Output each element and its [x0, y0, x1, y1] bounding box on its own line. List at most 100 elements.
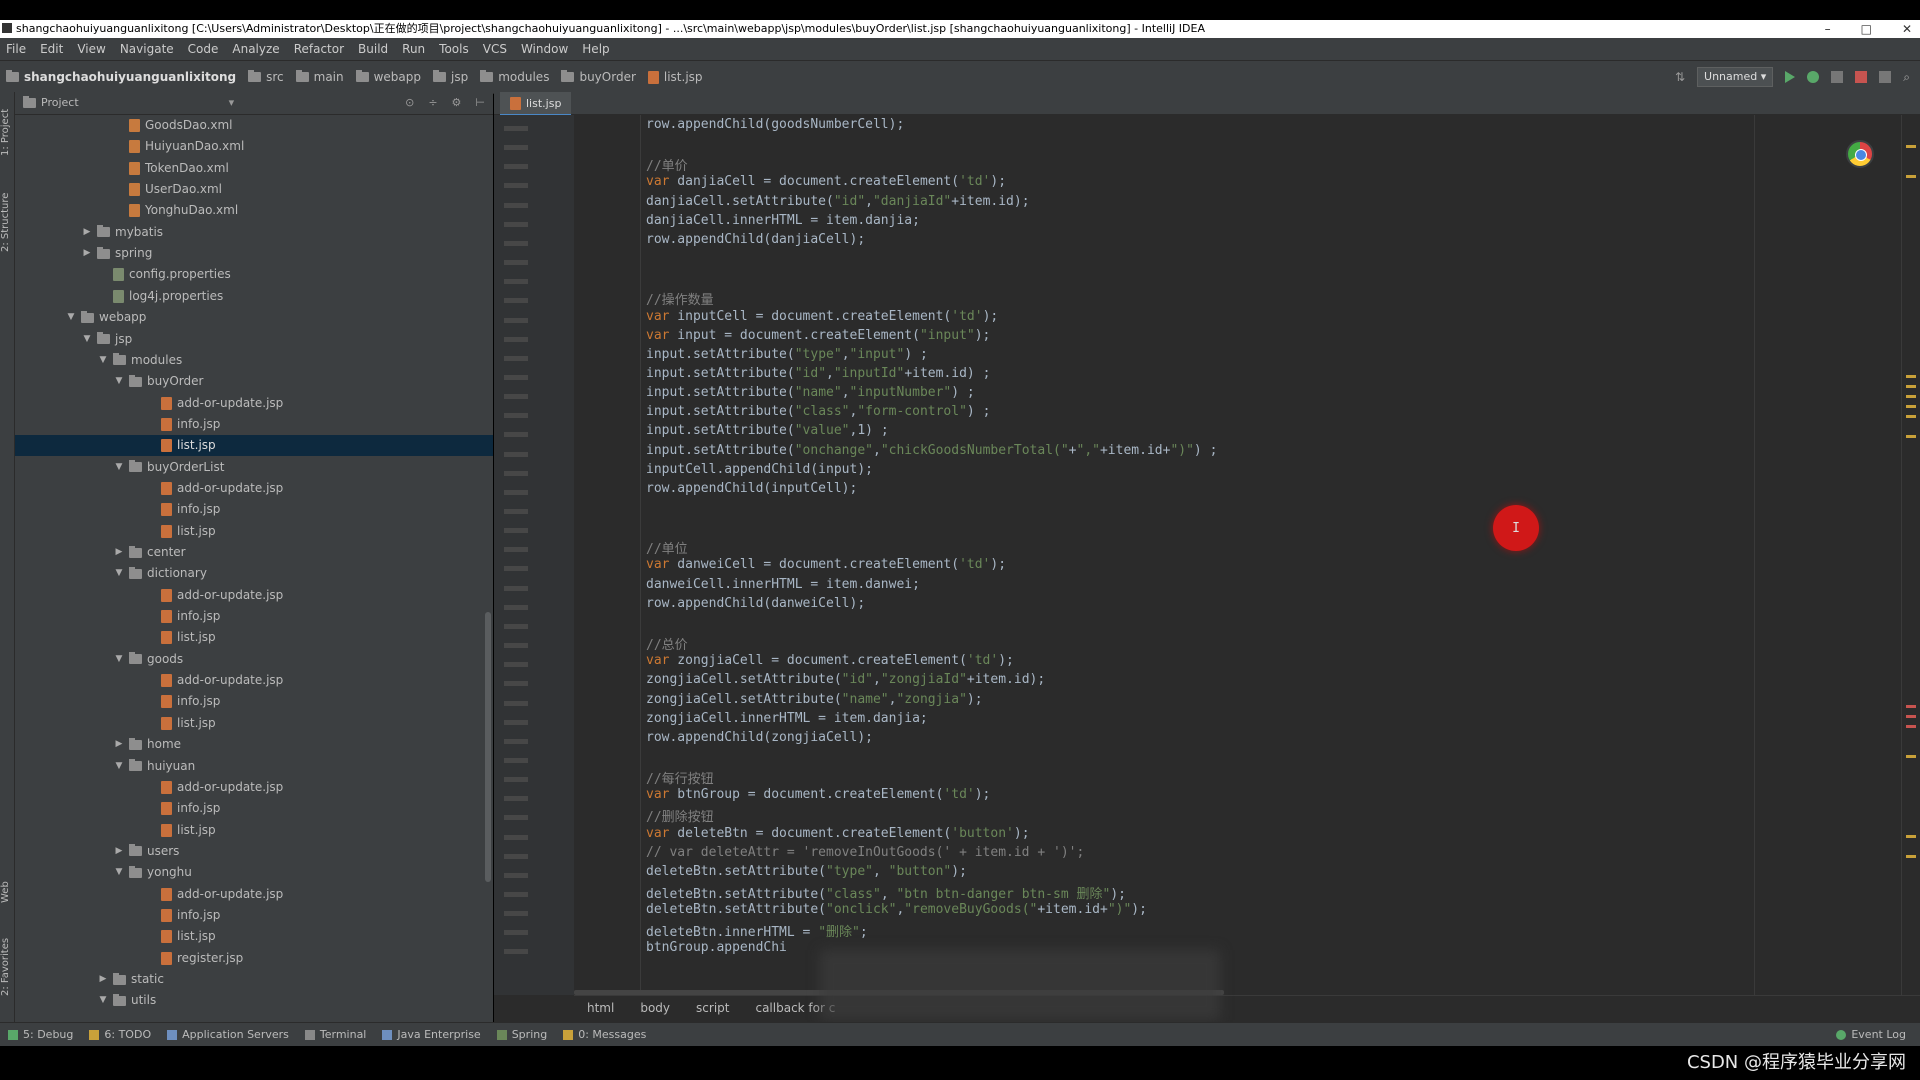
tree-file[interactable]: info.jsp [15, 905, 493, 926]
search-icon[interactable]: ⌕ [1903, 61, 1910, 93]
tree-file[interactable]: YonghuDao.xml [15, 200, 493, 221]
hide-icon[interactable]: ⊢ [475, 92, 485, 114]
tool-window-button[interactable]: 5: Debug [0, 1023, 81, 1047]
chevron-down-icon[interactable]: ▼ [65, 307, 77, 328]
chevron-right-icon[interactable]: ▶ [97, 969, 109, 990]
breadcrumb-item[interactable]: list.jsp [642, 61, 709, 93]
breadcrumb-item[interactable]: modules [474, 61, 555, 93]
stripe-marker[interactable] [1906, 415, 1916, 418]
tree-scrollbar[interactable] [485, 612, 491, 882]
tree-file[interactable]: list.jsp [15, 627, 493, 648]
stripe-marker[interactable] [1906, 855, 1916, 858]
tree-folder[interactable]: ▼ modules [15, 350, 493, 371]
run-icon[interactable] [1785, 71, 1796, 83]
chevron-down-icon[interactable]: ▼ [113, 457, 125, 478]
stripe-marker[interactable] [1906, 435, 1916, 438]
menu-item-analyze[interactable]: Analyze [226, 38, 287, 60]
tab-structure[interactable]: 2: Structure [0, 187, 14, 257]
menu-item-edit[interactable]: Edit [34, 38, 71, 60]
stripe-marker[interactable] [1906, 705, 1916, 708]
tree-folder[interactable]: ▼ buyOrder [15, 371, 493, 392]
tree-file[interactable]: config.properties [15, 264, 493, 285]
stripe-marker[interactable] [1906, 385, 1916, 388]
stripe-marker[interactable] [1906, 715, 1916, 718]
stripe-marker[interactable] [1906, 755, 1916, 758]
project-structure-icon[interactable] [1879, 71, 1892, 83]
tree-file[interactable]: list.jsp [15, 713, 493, 734]
chevron-down-icon[interactable]: ▼ [97, 990, 109, 1011]
close-icon[interactable]: ✕ [1902, 20, 1912, 38]
menu-item-file[interactable]: File [0, 38, 34, 60]
chevron-down-icon[interactable]: ▾ [229, 92, 235, 114]
code-area[interactable]: row.appendChild(goodsNumberCell);//单价 var… [574, 115, 1834, 995]
debug-icon[interactable] [1807, 71, 1820, 83]
stripe-marker[interactable] [1906, 375, 1916, 378]
chevron-right-icon[interactable]: ▶ [113, 542, 125, 563]
stripe-marker[interactable] [1906, 835, 1916, 838]
code-breadcrumb-item[interactable]: body [627, 996, 683, 1020]
tree-folder[interactable]: ▼ buyOrderList [15, 457, 493, 478]
tree-folder[interactable]: ▼ huiyuan [15, 756, 493, 777]
tree-file[interactable]: add-or-update.jsp [15, 670, 493, 691]
breadcrumb-item[interactable]: buyOrder [555, 61, 641, 93]
chevron-right-icon[interactable]: ▶ [113, 734, 125, 755]
tree-file[interactable]: info.jsp [15, 606, 493, 627]
menu-item-build[interactable]: Build [352, 38, 396, 60]
tree-file[interactable]: log4j.properties [15, 286, 493, 307]
error-stripe[interactable] [1901, 115, 1920, 995]
tree-file[interactable]: info.jsp [15, 414, 493, 435]
tree-file[interactable]: add-or-update.jsp [15, 393, 493, 414]
gear-icon[interactable]: ⚙ [452, 92, 462, 114]
minimize-icon[interactable]: – [1825, 20, 1831, 38]
tool-window-button[interactable]: 0: Messages [555, 1023, 654, 1047]
menu-item-window[interactable]: Window [515, 38, 576, 60]
chevron-down-icon[interactable]: ▼ [97, 350, 109, 371]
chevron-right-icon[interactable]: ▶ [113, 841, 125, 862]
menu-item-help[interactable]: Help [576, 38, 617, 60]
tree-file[interactable]: add-or-update.jsp [15, 585, 493, 606]
chevron-down-icon[interactable]: ▼ [113, 371, 125, 392]
tree-file[interactable]: info.jsp [15, 798, 493, 819]
tree-file[interactable]: UserDao.xml [15, 179, 493, 200]
tree-file[interactable]: list.jsp [15, 521, 493, 542]
tab-favorites[interactable]: 2: Favorites [0, 927, 14, 1007]
tree-folder[interactable]: ▶ center [15, 542, 493, 563]
code-breadcrumb-item[interactable]: script [683, 996, 742, 1020]
tree-folder[interactable]: ▶ spring [15, 243, 493, 264]
tree-file[interactable]: add-or-update.jsp [15, 478, 493, 499]
tree-folder[interactable]: ▼ jsp [15, 329, 493, 350]
run-config-select[interactable]: Unnamed ▾ [1697, 67, 1774, 87]
menu-item-tools[interactable]: Tools [433, 38, 477, 60]
stripe-marker[interactable] [1906, 175, 1916, 178]
tab-list-jsp[interactable]: list.jsp [500, 92, 572, 116]
tree-file[interactable]: add-or-update.jsp [15, 884, 493, 905]
breadcrumb-item[interactable]: webapp [350, 61, 427, 93]
tree-folder[interactable]: ▼ yonghu [15, 862, 493, 883]
chevron-down-icon[interactable]: ▼ [81, 329, 93, 350]
tool-window-button[interactable]: Spring [489, 1023, 556, 1047]
code-breadcrumb-item[interactable]: html [574, 996, 627, 1020]
tree-file[interactable]: list.jsp [15, 820, 493, 841]
tree-file[interactable]: info.jsp [15, 499, 493, 520]
stripe-marker[interactable] [1906, 405, 1916, 408]
tree-folder[interactable]: ▶ home [15, 734, 493, 755]
tree-file[interactable]: GoodsDao.xml [15, 115, 493, 136]
tree-folder[interactable]: ▶ mybatis [15, 222, 493, 243]
breadcrumb-item[interactable]: src [242, 61, 290, 93]
chrome-browser-icon[interactable] [1846, 140, 1874, 168]
menu-item-code[interactable]: Code [182, 38, 227, 60]
event-log-button[interactable]: Event Log [1828, 1023, 1914, 1047]
chevron-right-icon[interactable]: ▶ [81, 222, 93, 243]
tool-window-button[interactable]: Java Enterprise [374, 1023, 488, 1047]
breadcrumb-item[interactable]: main [290, 61, 350, 93]
tree-file[interactable]: list.jsp [15, 926, 493, 947]
tree-folder[interactable]: ▼ webapp [15, 307, 493, 328]
tree-file[interactable]: register.jsp [15, 948, 493, 969]
tree-folder[interactable]: ▶ static [15, 969, 493, 990]
tree-file[interactable]: info.jsp [15, 691, 493, 712]
collapse-all-icon[interactable]: ÷ [428, 92, 437, 114]
tree-folder[interactable]: ▼ dictionary [15, 563, 493, 584]
breadcrumb-item[interactable]: shangchaohuiyuanguanlixitong [0, 61, 242, 93]
project-panel-title[interactable]: Project [41, 92, 79, 114]
stop-icon[interactable] [1855, 71, 1868, 83]
